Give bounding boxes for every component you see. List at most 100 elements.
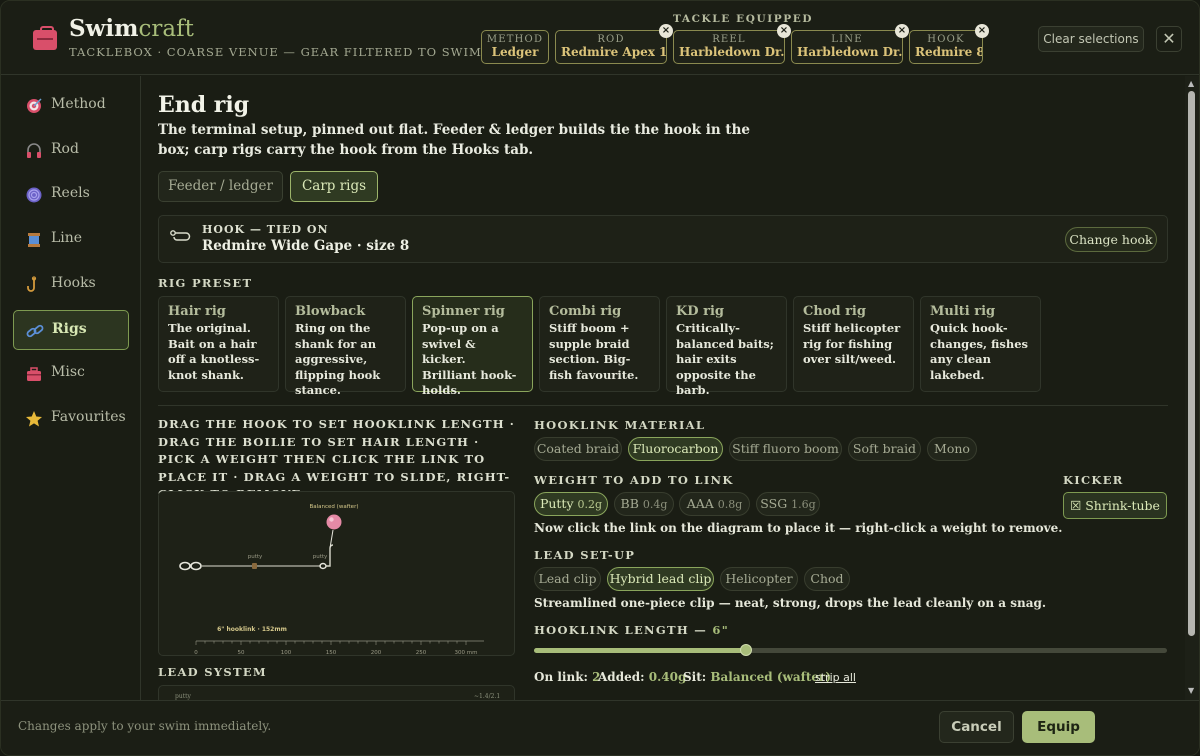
helicopter-option[interactable]: Helicopter bbox=[720, 567, 798, 591]
kicker-shrink-tube-toggle[interactable]: ☒ Shrink-tube bbox=[1063, 492, 1167, 519]
preset-hair-rig[interactable]: Hair rig The original. Bait on a hair of… bbox=[158, 296, 279, 392]
material-fluorocarbon[interactable]: Fluorocarbon bbox=[628, 437, 723, 461]
page-title: End rig bbox=[158, 92, 250, 118]
brand-main: Swim bbox=[69, 15, 139, 42]
hook-icon bbox=[170, 230, 191, 241]
link-icon bbox=[26, 322, 44, 340]
sidebar-item-label: Hooks bbox=[51, 275, 96, 291]
hybrid-lead-clip-option[interactable]: Hybrid lead clip bbox=[607, 567, 714, 591]
material-mono[interactable]: Mono bbox=[927, 437, 977, 461]
slot-line[interactable]: LINE Harbledown Dr... × bbox=[791, 24, 909, 64]
sidebar-item-line[interactable]: Line bbox=[13, 220, 129, 260]
preset-name: Multi rig bbox=[930, 304, 996, 319]
preset-name: KD rig bbox=[676, 304, 724, 319]
boilie[interactable] bbox=[326, 514, 342, 530]
divider bbox=[158, 405, 1168, 406]
material-stiff-fluoro-boom[interactable]: Stiff fluoro boom bbox=[729, 437, 842, 461]
slider-fill bbox=[534, 648, 747, 653]
hooklink-length-text: HOOKLINK LENGTH — bbox=[534, 623, 713, 637]
remove-icon[interactable]: × bbox=[777, 24, 791, 38]
slot-method[interactable]: METHOD Ledger bbox=[481, 30, 549, 64]
strip-all-link[interactable]: strip all bbox=[815, 671, 856, 684]
preset-spinner-rig[interactable]: Spinner rig Pop-up on a swivel & kicker.… bbox=[412, 296, 533, 397]
slot-value: Harbledown Dr... bbox=[797, 45, 902, 59]
change-hook-button[interactable]: Change hook bbox=[1065, 227, 1157, 252]
sidebar-item-rod[interactable]: Rod bbox=[13, 131, 129, 171]
hooklink-length-slider[interactable] bbox=[534, 644, 1167, 656]
ruler-ticks: 0 50 100 150 200 250 300 mm bbox=[194, 641, 477, 656]
cancel-button[interactable]: Cancel bbox=[939, 711, 1014, 743]
rig-diagram[interactable]: putty putty Balanced (wafter) 6" hooklin… bbox=[158, 491, 515, 656]
weight-ssg[interactable]: SSG 1.6g bbox=[756, 492, 820, 516]
lead-clip-option[interactable]: Lead clip bbox=[534, 567, 601, 591]
sidebar-item-rigs[interactable]: Rigs bbox=[13, 310, 129, 350]
scrollbar[interactable]: ▲ ▼ bbox=[1185, 76, 1199, 700]
close-button[interactable]: ✕ bbox=[1156, 26, 1182, 52]
sidebar-item-misc[interactable]: Misc bbox=[13, 354, 129, 394]
slot-label: HOOK bbox=[927, 34, 965, 45]
remove-icon[interactable]: × bbox=[895, 24, 909, 38]
slot-hook[interactable]: HOOK Redmire 8 × bbox=[909, 24, 989, 64]
weight-name: BB bbox=[620, 496, 639, 511]
sidebar-item-favourites[interactable]: Favourites bbox=[13, 399, 129, 439]
kicker-label: KICKER bbox=[1063, 473, 1124, 487]
sidebar-item-hooks[interactable]: Hooks bbox=[13, 265, 129, 305]
sidebar-item-method[interactable]: Method bbox=[13, 86, 129, 126]
toolbox-icon bbox=[25, 365, 43, 383]
stat-value: Balanced (wafter) bbox=[710, 670, 831, 684]
sidebar-item-label: Rod bbox=[51, 141, 79, 157]
preset-name: Chod rig bbox=[803, 304, 866, 319]
equip-button[interactable]: Equip bbox=[1022, 711, 1095, 743]
chod-option[interactable]: Chod bbox=[804, 567, 850, 591]
sidebar-item-label: Misc bbox=[51, 364, 85, 380]
ruler-tick-label: 100 bbox=[281, 650, 292, 656]
sidebar-item-label: Favourites bbox=[51, 409, 126, 425]
preset-blowback[interactable]: Blowback Ring on the shank for an aggres… bbox=[285, 296, 406, 397]
slot-reel[interactable]: REEL Harbledown Dr... × bbox=[673, 24, 791, 64]
preset-multi-rig[interactable]: Multi rig Quick hook-changes, fishes any… bbox=[920, 296, 1041, 392]
slot-label: LINE bbox=[831, 34, 863, 45]
scroll-down-icon[interactable]: ▼ bbox=[1188, 686, 1194, 695]
remove-icon[interactable]: × bbox=[975, 24, 989, 38]
preset-chod-rig[interactable]: Chod rig Stiff helicopter rig for fishin… bbox=[793, 296, 914, 392]
material-coated-braid[interactable]: Coated braid bbox=[534, 437, 622, 461]
stat-value: 0.40g bbox=[648, 670, 687, 684]
slot-rod[interactable]: ROD Redmire Apex 1... × bbox=[555, 24, 673, 64]
brand-accent: craft bbox=[138, 16, 194, 42]
weight-value: 0.4g bbox=[642, 498, 668, 511]
slot-label: REEL bbox=[712, 34, 746, 45]
clear-selections-button[interactable]: Clear selections bbox=[1038, 26, 1144, 52]
tab-carp-rigs[interactable]: Carp rigs bbox=[290, 171, 378, 202]
slot-value: Ledger bbox=[491, 45, 539, 59]
slider-knob[interactable] bbox=[740, 644, 753, 656]
weight-putty[interactable]: Putty 0.2g bbox=[534, 492, 608, 516]
stat-label: Added: bbox=[598, 670, 645, 684]
scroll-up-icon[interactable]: ▲ bbox=[1188, 79, 1194, 88]
weight-value: 0.8g bbox=[717, 498, 743, 511]
weight-bb[interactable]: BB 0.4g bbox=[614, 492, 674, 516]
spiral-icon bbox=[25, 186, 43, 204]
preset-combi-rig[interactable]: Combi rig Stiff boom + supple braid sect… bbox=[539, 296, 660, 392]
weight-value: 1.6g bbox=[791, 498, 816, 511]
stat-on-link: On link: 2 bbox=[534, 670, 601, 684]
weight-aaa[interactable]: AAA 0.8g bbox=[679, 492, 750, 516]
preset-desc: Stiff helicopter rig for fishing over si… bbox=[803, 321, 901, 366]
lead-setup-hint: Streamlined one-piece clip — neat, stron… bbox=[534, 596, 1047, 610]
lead-system-preview: putty ~1.4/2.1 bbox=[158, 685, 515, 700]
boilie-highlight bbox=[329, 517, 334, 522]
swivel-icon[interactable] bbox=[179, 561, 202, 571]
app-window: Swimcraft TACKLEBOX · COARSE VENUE — GEA… bbox=[0, 0, 1200, 756]
material-soft-braid[interactable]: Soft braid bbox=[848, 437, 921, 461]
tagline: TACKLEBOX · COARSE VENUE — GEAR FILTERED… bbox=[69, 45, 482, 59]
weight-label: putty bbox=[248, 554, 263, 560]
sidebar-item-reels[interactable]: Reels bbox=[13, 175, 129, 215]
preset-desc: Stiff boom + supple braid section. Big-f… bbox=[549, 321, 639, 382]
brand-title: Swimcraft bbox=[69, 15, 194, 42]
remove-icon[interactable]: × bbox=[659, 24, 673, 38]
tab-feeder-ledger[interactable]: Feeder / ledger bbox=[158, 171, 283, 202]
preset-kd-rig[interactable]: KD rig Critically-balanced baits; hair e… bbox=[666, 296, 787, 397]
putty-weight[interactable] bbox=[252, 563, 257, 569]
hook-icon[interactable] bbox=[319, 529, 334, 570]
weight-name: SSG bbox=[760, 496, 788, 511]
scrollbar-thumb[interactable] bbox=[1188, 91, 1195, 636]
